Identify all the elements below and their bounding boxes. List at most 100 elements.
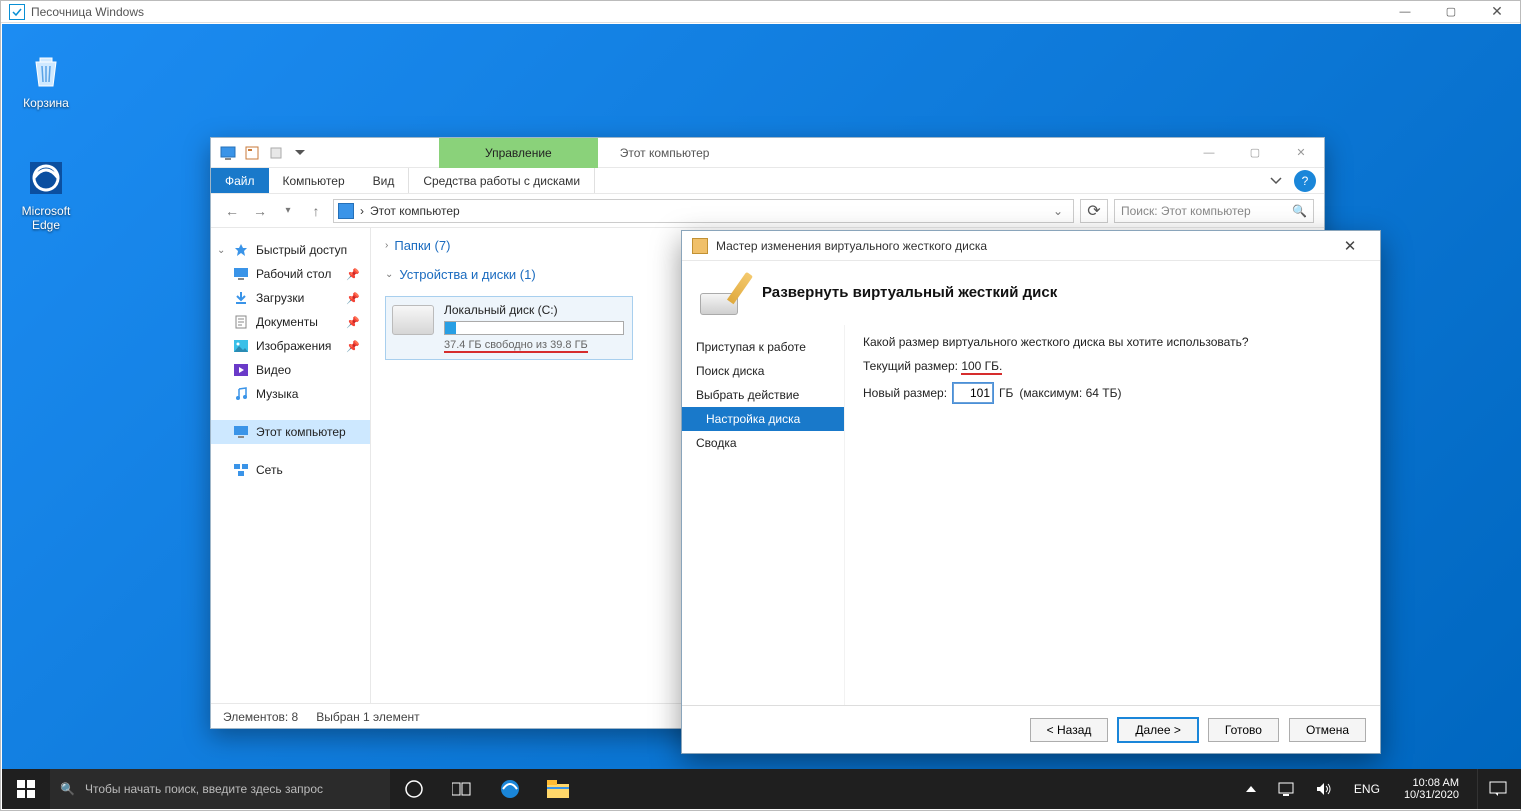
menu-disk-tools[interactable]: Средства работы с дисками (408, 168, 595, 193)
download-icon (233, 290, 249, 306)
pin-icon: 📌 (346, 316, 360, 329)
video-icon (233, 362, 249, 378)
recycle-bin-icon (24, 48, 68, 92)
ribbon-expand-icon[interactable] (1262, 168, 1290, 193)
desktop-icon (233, 266, 249, 282)
wizard-main: Какой размер виртуального жесткого диска… (844, 325, 1380, 705)
help-button[interactable]: ? (1294, 170, 1316, 192)
qat-item-icon[interactable] (267, 144, 285, 162)
wizard-close-button[interactable]: ✕ (1330, 232, 1370, 260)
size-max: (максимум: 64 ТБ) (1019, 386, 1121, 400)
action-center-button[interactable] (1477, 769, 1517, 809)
section-label: Папки (7) (394, 238, 450, 253)
start-button[interactable] (2, 769, 50, 809)
refresh-button[interactable]: ⟳ (1080, 199, 1108, 223)
nav-label: Рабочий стол (256, 267, 331, 281)
menu-view[interactable]: Вид (359, 168, 409, 193)
drive-free-text: 37.4 ГБ свободно из 39.8 ГБ (444, 339, 588, 353)
wizard-finish-button[interactable]: Готово (1208, 718, 1279, 742)
search-placeholder: Чтобы начать поиск, введите здесь запрос (85, 782, 323, 796)
qat-dropdown-icon[interactable] (291, 144, 309, 162)
sandbox-close-button[interactable]: ✕ (1474, 1, 1520, 23)
nav-label: Сеть (256, 463, 283, 477)
nav-up-button[interactable]: ↑ (305, 200, 327, 222)
clock-date: 10/31/2020 (1404, 789, 1459, 801)
task-view-button[interactable] (438, 769, 486, 809)
pin-icon: 📌 (346, 292, 360, 305)
explorer-titlebar[interactable]: Управление Этот компьютер — ▢ ✕ (211, 138, 1324, 168)
taskbar: 🔍 Чтобы начать поиск, введите здесь запр… (2, 769, 1521, 809)
explorer-minimize-button[interactable]: — (1186, 138, 1232, 168)
wizard-cancel-button[interactable]: Отмена (1289, 718, 1366, 742)
wizard-next-button[interactable]: Далее > (1118, 718, 1198, 742)
desktop[interactable]: Корзина Microsoft Edge Управление Этот к… (2, 24, 1521, 770)
tray-network-icon[interactable] (1272, 769, 1300, 809)
nav-quick-access[interactable]: ⌄ Быстрый доступ (211, 238, 370, 262)
menu-file[interactable]: Файл (211, 168, 269, 193)
desktop-icon-recycle-bin[interactable]: Корзина (8, 48, 84, 110)
menu-computer[interactable]: Компьютер (269, 168, 359, 193)
wizard-step-active[interactable]: Настройка диска (682, 407, 844, 431)
ribbon-tab-manage[interactable]: Управление (439, 138, 598, 168)
network-icon (233, 462, 249, 478)
new-size-input[interactable] (953, 383, 993, 403)
tray-volume-icon[interactable] (1310, 769, 1338, 809)
pin-icon: 📌 (346, 340, 360, 353)
new-size-label: Новый размер: (863, 386, 947, 400)
address-box[interactable]: › Этот компьютер ⌄ (333, 199, 1074, 223)
sandbox-minimize-button[interactable]: — (1382, 1, 1428, 23)
nav-downloads[interactable]: Загрузки📌 (211, 286, 370, 310)
sandbox-maximize-button[interactable]: ▢ (1428, 1, 1474, 23)
taskbar-search[interactable]: 🔍 Чтобы начать поиск, введите здесь запр… (50, 769, 390, 809)
taskbar-edge[interactable] (486, 769, 534, 809)
explorer-nav-pane: ⌄ Быстрый доступ Рабочий стол📌 Загрузки📌… (211, 228, 371, 703)
cortana-button[interactable] (390, 769, 438, 809)
nav-desktop[interactable]: Рабочий стол📌 (211, 262, 370, 286)
this-pc-icon (338, 203, 354, 219)
wizard-titlebar[interactable]: Мастер изменения виртуального жесткого д… (682, 231, 1380, 261)
address-dropdown-icon[interactable]: ⌄ (1047, 204, 1069, 218)
explorer-close-button[interactable]: ✕ (1278, 138, 1324, 168)
nav-back-button[interactable]: ← (221, 200, 243, 222)
wizard-step[interactable]: Поиск диска (682, 359, 844, 383)
hard-drive-icon (392, 305, 434, 335)
search-placeholder: Поиск: Этот компьютер (1121, 204, 1251, 218)
chevron-down-icon: ⌄ (385, 269, 393, 280)
wizard-step[interactable]: Приступая к работе (682, 335, 844, 359)
explorer-maximize-button[interactable]: ▢ (1232, 138, 1278, 168)
document-icon (233, 314, 249, 330)
qat-properties-icon[interactable] (243, 144, 261, 162)
nav-history-dropdown[interactable]: ▾ (277, 200, 299, 222)
section-label: Устройства и диски (1) (399, 267, 535, 282)
this-pc-icon (233, 424, 249, 440)
drive-name: Локальный диск (C:) (444, 303, 624, 317)
tray-language[interactable]: ENG (1348, 769, 1386, 809)
chevron-right-icon: › (385, 240, 388, 251)
nav-music[interactable]: Музыка (211, 382, 370, 406)
clock-time: 10:08 AM (1404, 777, 1459, 789)
address-location: Этот компьютер (370, 204, 460, 218)
tray-clock[interactable]: 10:08 AM 10/31/2020 (1396, 777, 1467, 801)
search-box[interactable]: Поиск: Этот компьютер 🔍 (1114, 199, 1314, 223)
tray-overflow-button[interactable] (1240, 769, 1262, 809)
drive-c[interactable]: Локальный диск (C:) 37.4 ГБ свободно из … (385, 296, 633, 360)
wizard-footer: < Назад Далее > Готово Отмена (682, 705, 1380, 753)
desktop-icon-label: Корзина (23, 96, 69, 110)
star-icon (233, 242, 249, 258)
wizard-step[interactable]: Сводка (682, 431, 844, 455)
wizard-heading: Развернуть виртуальный жесткий диск (762, 284, 1057, 301)
status-item-count: Элементов: 8 (223, 710, 298, 724)
nav-network[interactable]: Сеть (211, 458, 370, 482)
nav-forward-button[interactable]: → (249, 200, 271, 222)
explorer-system-icon[interactable] (219, 144, 237, 162)
desktop-icon-label: Microsoft Edge (22, 204, 71, 232)
wizard-step[interactable]: Выбрать действие (682, 383, 844, 407)
nav-pictures[interactable]: Изображения📌 (211, 334, 370, 358)
nav-documents[interactable]: Документы📌 (211, 310, 370, 334)
wizard-back-button[interactable]: < Назад (1030, 718, 1109, 742)
taskbar-explorer[interactable] (534, 769, 582, 809)
nav-this-pc[interactable]: Этот компьютер (211, 420, 370, 444)
desktop-icon-edge[interactable]: Microsoft Edge (8, 156, 84, 232)
search-icon: 🔍 (60, 782, 75, 796)
nav-videos[interactable]: Видео (211, 358, 370, 382)
